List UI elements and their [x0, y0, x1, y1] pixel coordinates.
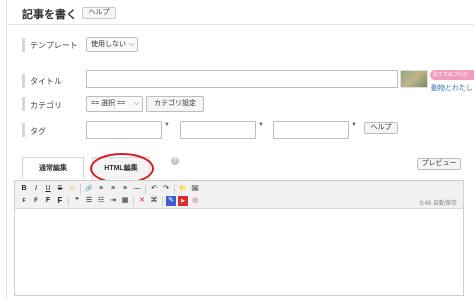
- source-icon[interactable]: ⌘: [149, 196, 159, 206]
- category-row-marker: [22, 97, 25, 111]
- tag-input-3[interactable]: [273, 121, 349, 139]
- help-question-icon[interactable]: ?: [171, 157, 179, 165]
- tag-dropdown-arrow-icon[interactable]: ▼: [164, 122, 170, 128]
- title-label: タイトル: [30, 77, 62, 86]
- toolbar-separator: [145, 184, 146, 194]
- quote-icon[interactable]: ❝: [72, 196, 82, 206]
- template-row-marker: [22, 38, 25, 52]
- tag-help-button[interactable]: ヘルプ: [364, 122, 398, 134]
- tag-dropdown-arrow-icon[interactable]: ▼: [258, 122, 264, 128]
- tag-label: タグ: [30, 127, 46, 136]
- preview-button[interactable]: プレビュー: [417, 158, 461, 170]
- tag-input-2[interactable]: [180, 121, 256, 139]
- title-input[interactable]: [86, 70, 398, 88]
- font-size-small-icon[interactable]: F: [19, 196, 29, 206]
- title-row-marker: [22, 74, 25, 88]
- indent-icon[interactable]: ⇥: [108, 196, 118, 206]
- tag-input-1[interactable]: [86, 121, 162, 139]
- font-size-xlarge-icon[interactable]: F: [55, 196, 65, 206]
- folder-icon[interactable]: 📁: [178, 184, 188, 194]
- italic-icon[interactable]: I: [31, 184, 41, 194]
- bullet-list-icon[interactable]: ☰: [84, 196, 94, 206]
- toolbar-separator: [162, 196, 163, 206]
- tag-row-marker: [22, 123, 25, 137]
- align-right-icon[interactable]: ≡: [120, 184, 130, 194]
- category-select-value: == 選択 ==: [91, 100, 126, 107]
- template-select[interactable]: 使用しない ⌵: [86, 37, 138, 52]
- toolbar-separator: [174, 184, 175, 194]
- toolbar-separator: [68, 196, 69, 206]
- draw-icon[interactable]: ✎: [166, 196, 176, 206]
- title-divider: [8, 24, 474, 25]
- tag-dropdown-arrow-icon[interactable]: ▼: [351, 122, 357, 128]
- undo-icon[interactable]: ↶: [149, 184, 159, 194]
- toolbar-separator: [80, 184, 81, 194]
- promo-link[interactable]: 動物とわたし: [431, 83, 473, 93]
- promo-tag: おすすめブログ: [430, 70, 474, 80]
- align-left-icon[interactable]: ≡: [96, 184, 106, 194]
- table-icon[interactable]: ▦: [120, 196, 130, 206]
- font-size-large-icon[interactable]: F: [43, 196, 53, 206]
- category-settings-button[interactable]: カテゴリ設定: [146, 96, 204, 112]
- template-select-value: 使用しない: [91, 41, 126, 48]
- instagram-icon[interactable]: ◎: [190, 196, 200, 206]
- numbered-list-icon[interactable]: ☷: [96, 196, 106, 206]
- editor-toolbar: B I U S ☺ 🔗 ≡ ≡ ≡ — ↶ ↷ 📁 🖼 F F F F ❝ ☰ ☷ ⇥ ▦ ✕ ⌘ ✎ ▶ ◎ 9:46 自動保存: [15, 181, 463, 209]
- tab-normal-edit[interactable]: 通常編集: [22, 157, 84, 179]
- redo-icon[interactable]: ↷: [161, 184, 171, 194]
- clear-format-icon[interactable]: ✕: [137, 196, 147, 206]
- underline-icon[interactable]: U: [43, 184, 53, 194]
- bold-icon[interactable]: B: [19, 184, 29, 194]
- autosave-status: 9:46 自動保存: [419, 201, 457, 207]
- editor-area[interactable]: B I U S ☺ 🔗 ≡ ≡ ≡ — ↶ ↷ 📁 🖼 F F F F ❝ ☰ ☷ ⇥ ▦ ✕ ⌘ ✎ ▶ ◎ 9:46 自動保存: [14, 180, 464, 296]
- strikethrough-icon[interactable]: S: [55, 184, 65, 194]
- chevron-down-icon: ⌵: [133, 100, 139, 107]
- toolbar-separator: [133, 196, 134, 206]
- promo-thumbnail[interactable]: [400, 70, 428, 88]
- category-select[interactable]: == 選択 == ⌵: [86, 96, 143, 112]
- horizontal-rule-icon[interactable]: —: [132, 184, 142, 194]
- font-size-medium-icon[interactable]: F: [31, 196, 41, 206]
- link-icon[interactable]: 🔗: [84, 184, 94, 194]
- youtube-icon[interactable]: ▶: [178, 196, 188, 206]
- template-label: テンプレート: [30, 41, 78, 50]
- emoji-icon[interactable]: ☺: [67, 184, 77, 194]
- chevron-down-icon: ⌵: [128, 41, 134, 48]
- align-center-icon[interactable]: ≡: [108, 184, 118, 194]
- image-icon[interactable]: 🖼: [190, 184, 200, 194]
- category-label: カテゴリ: [30, 101, 62, 110]
- page-title: 記事を書く: [22, 9, 77, 21]
- header-help-button[interactable]: ヘルプ: [82, 7, 116, 19]
